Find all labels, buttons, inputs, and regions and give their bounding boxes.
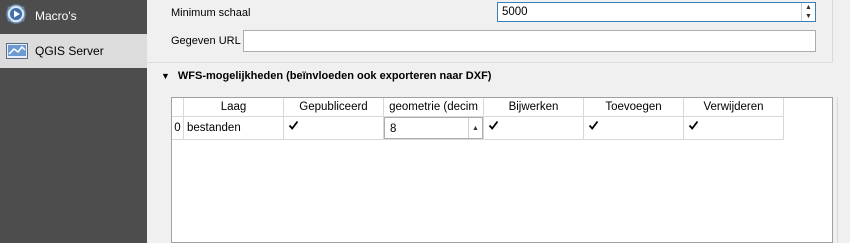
wfs-table[interactable]: Laag Gepubliceerd geometrie (decim Bijwe… <box>171 97 833 243</box>
sidebar-item-macros[interactable]: Macro's <box>0 0 147 33</box>
divider <box>147 62 833 63</box>
spin-up-icon[interactable]: ▲ <box>472 118 479 139</box>
macro-play-icon <box>5 3 27 28</box>
precision-spinbox[interactable]: 8 ▲ ▼ <box>384 117 483 139</box>
spin-buttons[interactable]: ▲ ▼ <box>468 118 482 138</box>
min-scale-label: Minimum schaal <box>171 7 251 19</box>
vertical-scrollbar[interactable] <box>837 97 850 243</box>
wfs-group-header[interactable]: ▼ WFS-mogelijkheden (beïnvloeden ook expo… <box>161 70 491 82</box>
min-scale-value: 5000 <box>502 6 528 18</box>
sidebar: Macro's QGIS Server <box>0 0 147 243</box>
corner-header <box>172 98 184 117</box>
insert-checkbox[interactable] <box>588 120 599 131</box>
spin-buttons[interactable]: ▲ ▼ <box>801 3 815 21</box>
column-header-update[interactable]: Bijwerken <box>484 98 584 117</box>
collapse-triangle-icon[interactable]: ▼ <box>161 71 170 81</box>
row-header[interactable]: 0 <box>172 117 184 140</box>
cell-delete[interactable] <box>684 117 784 140</box>
cell-insert[interactable] <box>584 117 684 140</box>
spin-up-icon[interactable]: ▲ <box>805 4 812 11</box>
sidebar-item-qgis-server[interactable]: QGIS Server <box>0 34 147 68</box>
data-url-input[interactable] <box>243 30 816 52</box>
sidebar-item-label: Macro's <box>35 9 77 23</box>
column-header-layer[interactable]: Laag <box>184 98 284 117</box>
cell-update[interactable] <box>484 117 584 140</box>
data-url-label: Gegeven URL <box>171 35 241 47</box>
main-panel: Minimum schaal 5000 ▲ ▼ Gegeven URL ▼ WFS… <box>147 0 850 243</box>
delete-checkbox[interactable] <box>688 120 699 131</box>
min-scale-spinbox[interactable]: 5000 ▲ ▼ <box>497 2 816 22</box>
column-header-delete[interactable]: Verwijderen <box>684 98 784 117</box>
spin-down-icon[interactable]: ▼ <box>805 13 812 20</box>
wfs-group-title: WFS-mogelijkheden (beïnvloeden ook expor… <box>177 70 492 82</box>
column-header-published[interactable]: Gepubliceerd <box>284 98 384 117</box>
cell-precision[interactable]: 8 ▲ ▼ <box>384 117 484 140</box>
precision-value: 8 <box>390 123 397 135</box>
cell-layer[interactable]: bestanden <box>184 117 284 140</box>
column-header-precision[interactable]: geometrie (decim <box>384 98 484 117</box>
column-header-insert[interactable]: Toevoegen <box>584 98 684 117</box>
published-checkbox[interactable] <box>288 120 299 131</box>
update-checkbox[interactable] <box>488 120 499 131</box>
sidebar-item-label: QGIS Server <box>35 44 104 58</box>
cell-published[interactable] <box>284 117 384 140</box>
qgis-server-icon <box>6 43 28 62</box>
